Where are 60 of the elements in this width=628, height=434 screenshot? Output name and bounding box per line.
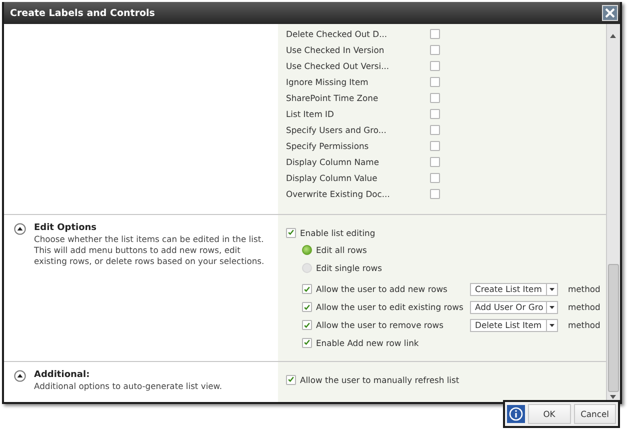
info-icon[interactable] xyxy=(507,405,525,423)
caret-icon xyxy=(546,284,557,294)
checkbox-label: Allow the user to edit existing rows xyxy=(316,302,464,312)
field-option-label: Specify Permissions xyxy=(286,141,370,151)
radio-label: Edit single rows xyxy=(316,263,382,273)
caret-icon xyxy=(546,302,557,312)
method-dropdown[interactable]: Delete List Item xyxy=(470,318,558,332)
window-title: Create Labels and Controls xyxy=(10,8,155,18)
collapse-icon[interactable] xyxy=(14,223,26,235)
scroll-up-icon[interactable] xyxy=(610,34,616,38)
method-dropdown[interactable]: Create List Item xyxy=(470,282,558,296)
field-option-label: Specify Users and Gro... xyxy=(286,125,388,135)
scroll-thumb[interactable] xyxy=(608,264,619,392)
field-option-label: Display Column Value xyxy=(286,173,378,183)
section-description: Additional options to auto-generate list view. xyxy=(34,381,224,392)
checkbox[interactable] xyxy=(430,157,440,167)
dialog-button[interactable]: Cancel xyxy=(574,404,616,424)
section-title: Additional: xyxy=(34,370,91,380)
section-description: Choose whether the list items can be edited in the list. This will add menu buttons to add new rows, edit existing rows, or delete rows based on your selections. xyxy=(34,234,266,267)
checkbox-label: Allow the user to add new rows xyxy=(316,284,448,294)
method-label: method xyxy=(568,302,600,312)
checkbox[interactable] xyxy=(286,228,296,238)
method-label: method xyxy=(568,320,600,330)
scrollbar[interactable] xyxy=(606,24,620,402)
checkbox[interactable] xyxy=(430,61,440,71)
checkbox[interactable] xyxy=(430,45,440,55)
checkbox[interactable] xyxy=(302,338,312,348)
radio-button[interactable] xyxy=(302,245,312,255)
checkbox[interactable] xyxy=(430,109,440,119)
checkbox[interactable] xyxy=(430,189,440,199)
field-option-label: Ignore Missing Item xyxy=(286,77,370,87)
section-title: Edit Options xyxy=(34,223,98,233)
field-option-label: Delete Checked Out D... xyxy=(286,29,388,39)
checkbox[interactable] xyxy=(302,284,312,294)
checkbox-label: Allow the user to manually refresh list xyxy=(300,374,460,385)
checkbox[interactable] xyxy=(302,320,312,330)
checkbox[interactable] xyxy=(430,141,440,151)
checkbox-label: Enable Add new row link xyxy=(316,338,419,348)
field-option-label: Use Checked Out Versi... xyxy=(286,61,390,71)
checkbox[interactable] xyxy=(430,125,440,135)
collapse-icon[interactable] xyxy=(14,370,26,382)
checkbox-label: Enable list editing xyxy=(300,228,376,238)
field-option-label: Overwrite Existing Doc... xyxy=(286,189,391,199)
dialog-button[interactable]: OK xyxy=(528,404,570,424)
checkbox[interactable] xyxy=(430,93,440,103)
checkbox[interactable] xyxy=(430,29,440,39)
field-option-label: Use Checked In Version xyxy=(286,45,386,55)
field-option-label: List Item ID xyxy=(286,109,335,119)
radio-label: Edit all rows xyxy=(316,245,367,255)
method-dropdown[interactable]: Add User Or Gro xyxy=(470,300,558,314)
method-label: method xyxy=(568,284,600,294)
checkbox[interactable] xyxy=(430,173,440,183)
close-icon[interactable] xyxy=(602,5,618,21)
field-option-label: SharePoint Time Zone xyxy=(286,93,380,103)
checkbox[interactable] xyxy=(286,374,296,385)
checkbox-label: Allow the user to remove rows xyxy=(316,320,444,330)
field-option-label: Display Column Name xyxy=(286,157,380,167)
checkbox[interactable] xyxy=(430,77,440,87)
caret-icon xyxy=(546,320,557,330)
checkbox[interactable] xyxy=(302,302,312,312)
